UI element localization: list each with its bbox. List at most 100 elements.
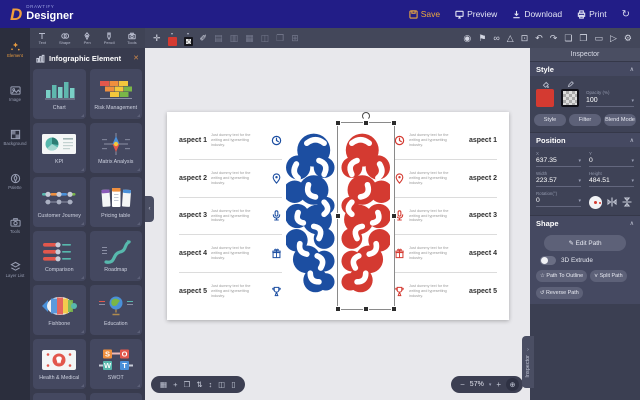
library-item-fishbone[interactable]: Fishbone	[33, 285, 86, 335]
fit-screen-button[interactable]: ⊕	[506, 378, 519, 391]
close-icon[interactable]: ✕	[133, 54, 139, 62]
library-item-chart[interactable]: Chart	[33, 69, 86, 119]
paste-icon[interactable]: ❐	[579, 34, 587, 43]
library-item-customer-journey[interactable]: Customer Journey	[33, 177, 86, 227]
tab-text[interactable]: Text	[38, 32, 46, 45]
brand-logo[interactable]: D DRAWTIFY Designer	[10, 5, 73, 22]
redo-icon[interactable]: ↷	[550, 34, 558, 43]
position-section-header[interactable]: Position ∧	[530, 132, 640, 147]
aspect-row[interactable]: Just dummy text for the writing and type…	[394, 160, 497, 198]
3d-extrude-toggle[interactable]	[540, 256, 556, 265]
flip-horizontal-icon[interactable]	[607, 197, 617, 209]
pages-grid-icon[interactable]: ▦	[160, 381, 167, 389]
library-item-education[interactable]: Education	[90, 285, 143, 335]
edit-path-button[interactable]: ✎ Edit Path	[544, 235, 626, 251]
shape-section-header[interactable]: Shape ∧	[530, 215, 640, 230]
library-item-matrix-analysis[interactable]: Matrix Analysis	[90, 123, 143, 173]
history-icon[interactable]: ↻	[622, 9, 630, 20]
tab-pencil[interactable]: Pencil	[104, 32, 115, 45]
format-painter-icon[interactable]: ✐	[200, 34, 208, 43]
fill-caret-icon[interactable]: ▾	[171, 31, 173, 36]
aspect-row[interactable]: Just dummy text for the writing and type…	[394, 198, 497, 236]
filter-tab-button[interactable]: Filter	[569, 114, 601, 126]
rotation-field[interactable]: Rotation(°) 0▾	[536, 191, 581, 209]
rail-item-layer-list[interactable]: Layer List	[0, 248, 30, 292]
library-item-roadmap[interactable]: Roadmap	[90, 231, 143, 281]
link-icon[interactable]: ∞	[493, 34, 499, 43]
library-item-circular-timeline[interactable]	[90, 393, 143, 400]
y-field[interactable]: Y 0▾	[589, 151, 634, 167]
rail-item-image[interactable]: Image	[0, 72, 30, 116]
snap-icon[interactable]: ◉	[463, 34, 471, 43]
flag-icon[interactable]: ⚑	[478, 34, 486, 43]
stroke-color-well[interactable]	[561, 89, 579, 107]
aspect-row[interactable]: Just dummy text for the writing and type…	[394, 273, 497, 310]
aspect-row[interactable]: Just dummy text for the writing and type…	[394, 122, 497, 160]
tab-shape[interactable]: Shape	[59, 32, 71, 45]
duplicate-page-icon[interactable]: ❐	[183, 381, 190, 389]
settings-icon[interactable]: ⚙	[624, 34, 632, 43]
aspect-row[interactable]: aspect 1 Just dummy text for the writing…	[179, 122, 282, 160]
reverse-path-button[interactable]: ↺ Reverse Path	[536, 287, 583, 299]
move-page-down-icon[interactable]: ↕	[209, 381, 213, 389]
library-item-pricing-table[interactable]: Pricing table	[90, 177, 143, 227]
play-icon[interactable]: ▷	[610, 34, 617, 43]
library-item-risk-management[interactable]: Risk Management	[90, 69, 143, 119]
copy-icon[interactable]: ❏	[564, 34, 572, 43]
library-item-people-infographic[interactable]	[33, 393, 86, 400]
zoom-caret-icon[interactable]: ▾	[489, 382, 492, 388]
collapse-left-panel-tab[interactable]: ‹	[145, 196, 154, 222]
x-field[interactable]: X 637.35▾	[536, 151, 581, 167]
height-field[interactable]: Height 484.51▾	[589, 171, 634, 187]
canvas-area[interactable]: ‹ aspect 1 Just dummy text for the writi…	[145, 48, 530, 400]
rail-item-palette[interactable]: Palette	[0, 160, 30, 204]
zoom-out-icon[interactable]: −	[460, 381, 465, 389]
stroke-color-swatch[interactable]	[184, 37, 193, 46]
aspect-row[interactable]: Just dummy text for the writing and type…	[394, 235, 497, 273]
move-page-up-icon[interactable]: ⇅	[196, 381, 202, 389]
aspect-row[interactable]: aspect 2 Just dummy text for the writing…	[179, 160, 282, 198]
path-to-outline-button[interactable]: ☆ Path To Outline	[536, 270, 587, 282]
zoom-level[interactable]: 57%	[470, 381, 484, 388]
aspect-row[interactable]: aspect 3 Just dummy text for the writing…	[179, 198, 282, 236]
save-button[interactable]: Save	[409, 9, 440, 19]
lock-icon[interactable]: ⊡	[521, 34, 529, 43]
brain-graphic[interactable]	[284, 122, 392, 310]
download-button[interactable]: Download	[512, 9, 562, 19]
style-section-header[interactable]: Style ∧	[530, 61, 640, 76]
fill-color-swatch[interactable]	[168, 37, 177, 46]
library-item-comparison[interactable]: Comparison	[33, 231, 86, 281]
zoom-in-icon[interactable]: +	[496, 381, 501, 389]
stroke-caret-icon[interactable]: ▾	[187, 31, 189, 36]
library-item-kpi[interactable]: KPI	[33, 123, 86, 173]
print-button[interactable]: Print	[577, 9, 606, 19]
library-item-health-medical[interactable]: Health & Medical	[33, 339, 86, 389]
aspect-row[interactable]: aspect 4 Just dummy text for the writing…	[179, 235, 282, 273]
rail-item-background[interactable]: Background	[0, 116, 30, 160]
artboard[interactable]: aspect 1 Just dummy text for the writing…	[167, 112, 509, 320]
delete-page-icon[interactable]: ▯	[231, 381, 235, 389]
aspect-row[interactable]: aspect 5 Just dummy text for the writing…	[179, 273, 282, 310]
tab-tools[interactable]: Tools	[127, 32, 136, 45]
split-path-button[interactable]: ⋎ Split Path	[590, 270, 627, 282]
style-tab-button[interactable]: Style	[534, 114, 566, 126]
rotate-handle[interactable]	[362, 112, 370, 120]
library-item-swot[interactable]: SOWT SWOT	[90, 339, 143, 389]
fill-color-well[interactable]	[536, 89, 554, 107]
rail-item-tools[interactable]: Tools	[0, 204, 30, 248]
flip-vertical-icon[interactable]	[622, 197, 632, 209]
width-field[interactable]: Width 223.57▾	[536, 171, 581, 187]
collapse-inspector-tab[interactable]: › Inspector	[522, 336, 534, 388]
preview-button[interactable]: Preview	[455, 9, 497, 19]
opacity-dropdown[interactable]: 100 ▾	[586, 97, 634, 107]
move-tool-icon[interactable]: ✛	[153, 34, 161, 43]
add-page-icon[interactable]: +	[173, 381, 177, 389]
rail-item-element[interactable]: Element	[0, 28, 30, 72]
tab-pen[interactable]: Pen	[83, 32, 91, 45]
blend-mode-tab-button[interactable]: Blend Mode	[604, 114, 636, 126]
undo-icon[interactable]: ↶	[535, 34, 543, 43]
frame-icon[interactable]: ▭	[594, 34, 603, 43]
anchor-point-control[interactable]	[589, 196, 602, 209]
ruler-icon[interactable]: △	[507, 34, 514, 43]
pages-overview-icon[interactable]: ◫	[218, 381, 225, 389]
